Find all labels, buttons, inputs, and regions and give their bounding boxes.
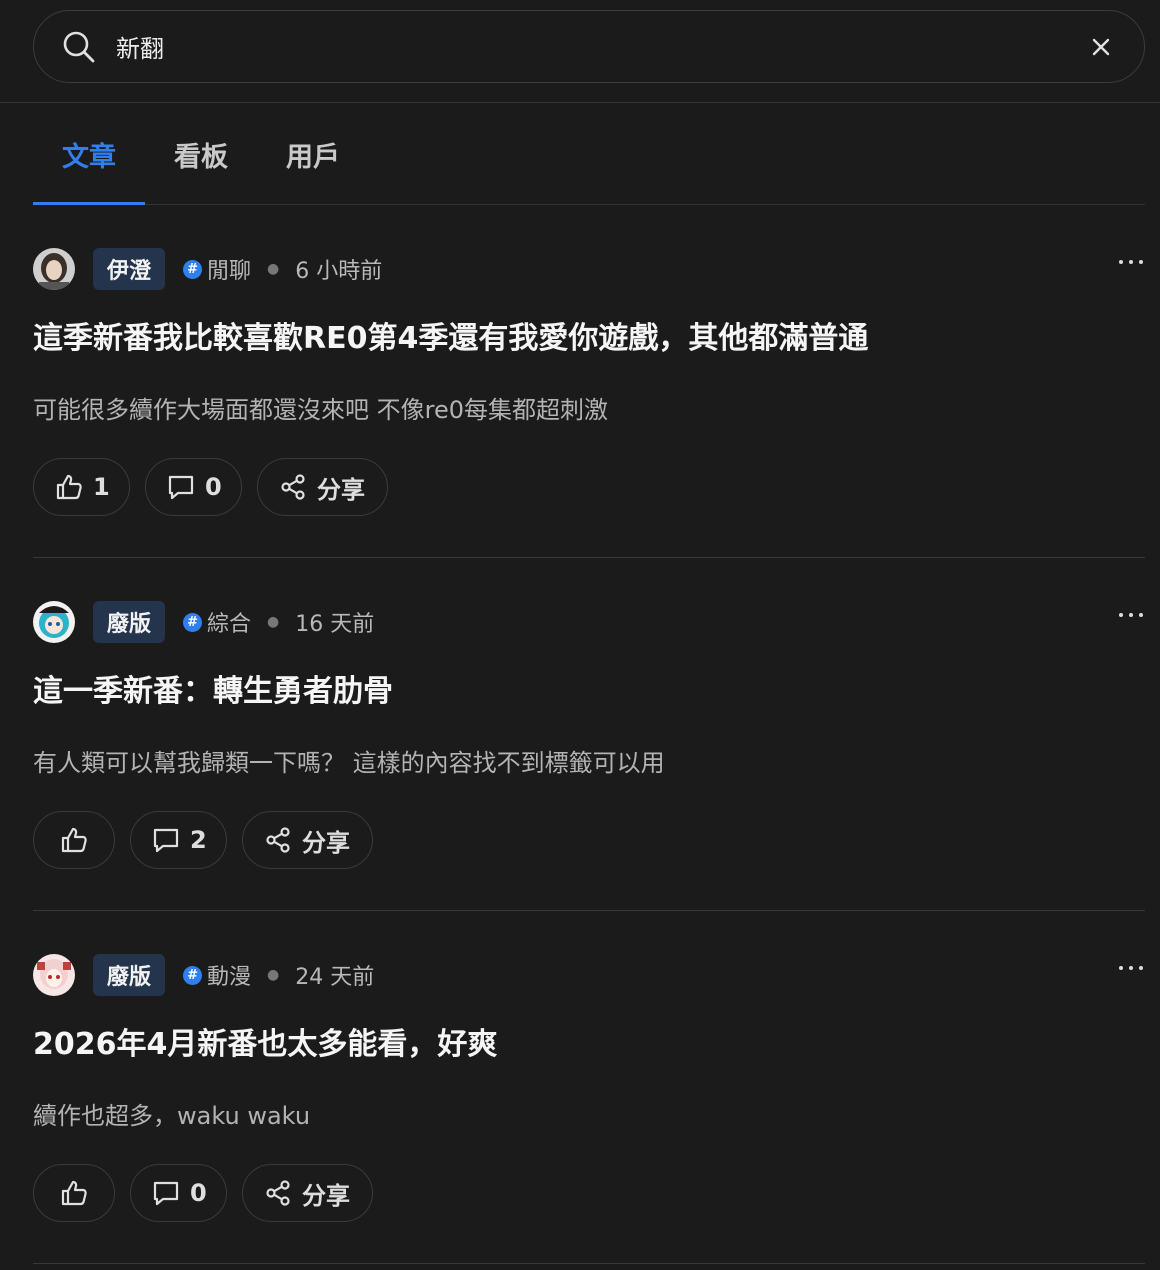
search-input[interactable] [116, 32, 1086, 61]
share-button[interactable]: 分享 [257, 458, 388, 516]
separator-dot: ● [267, 967, 280, 983]
post-card[interactable]: 伊澄 # 閒聊 ● 6 小時前 這季新番我比較喜歡RE0第4季還有我愛你遊戲，其… [33, 205, 1145, 558]
share-icon [266, 827, 290, 853]
thumbs-up-icon [56, 474, 82, 500]
comment-icon [168, 475, 194, 500]
share-button[interactable]: 分享 [242, 811, 373, 869]
tab-users[interactable]: 用戶 [257, 104, 369, 204]
separator-dot: ● [267, 261, 280, 277]
share-label: 分享 [317, 475, 365, 504]
post-meta: 廢版 # 動漫 ● 24 天前 [33, 954, 1145, 996]
avatar[interactable] [33, 954, 75, 996]
post-actions: 0 分享 [33, 1164, 373, 1222]
author-name[interactable]: 廢版 [93, 601, 166, 643]
post-card[interactable]: 廢版 # 動漫 ● 24 天前 2026年4月新番也太多能看，好爽 續作也超多，… [33, 911, 1145, 1264]
board-link[interactable]: # 動漫 [183, 959, 251, 991]
search-icon [60, 28, 98, 66]
search-header [0, 0, 1160, 103]
board-link[interactable]: # 閒聊 [183, 253, 251, 285]
post-meta: 伊澄 # 閒聊 ● 6 小時前 [33, 248, 1145, 290]
like-button[interactable] [33, 811, 115, 869]
thumbs-up-icon [61, 1180, 87, 1206]
post-excerpt[interactable]: 有人類可以幫我歸類一下嗎？ 這樣的內容找不到標籤可以用 [33, 743, 1145, 778]
post-actions: 1 0 分享 [33, 458, 388, 516]
comment-icon [153, 828, 179, 853]
post-title[interactable]: 2026年4月新番也太多能看，好爽 [33, 1019, 1145, 1063]
separator-dot: ● [267, 614, 280, 630]
share-icon [281, 474, 305, 500]
author-name[interactable]: 伊澄 [93, 248, 166, 290]
like-count: 1 [93, 473, 110, 501]
hashtag-icon: # [183, 612, 203, 632]
comment-count: 2 [190, 826, 207, 854]
comment-count: 0 [205, 473, 222, 501]
post-actions: 2 分享 [33, 811, 373, 869]
post-time: 6 小時前 [295, 259, 383, 284]
comment-button[interactable]: 0 [145, 458, 242, 516]
comment-button[interactable]: 2 [130, 811, 227, 869]
post-time: 16 天前 [295, 612, 375, 637]
share-button[interactable]: 分享 [242, 1164, 373, 1222]
thumbs-up-icon [61, 827, 87, 853]
search-bar[interactable] [33, 10, 1145, 83]
share-label: 分享 [302, 1181, 350, 1210]
share-label: 分享 [302, 828, 350, 857]
post-card[interactable]: 廢版 # 綜合 ● 16 天前 這一季新番：轉生勇者肋骨 有人類可以幫我歸類一下… [33, 558, 1145, 911]
post-time: 24 天前 [295, 965, 375, 990]
more-options-icon[interactable] [1119, 962, 1143, 974]
tab-boards[interactable]: 看板 [145, 104, 257, 204]
more-options-icon[interactable] [1119, 609, 1143, 621]
hashtag-icon: # [183, 965, 203, 985]
post-list: 伊澄 # 閒聊 ● 6 小時前 這季新番我比較喜歡RE0第4季還有我愛你遊戲，其… [33, 205, 1145, 1264]
post-excerpt[interactable]: 續作也超多，waku waku [33, 1096, 1145, 1131]
board-name: 動漫 [207, 965, 252, 990]
post-title[interactable]: 這一季新番：轉生勇者肋骨 [33, 666, 1145, 710]
search-tabs: 文章 看板 用戶 [33, 103, 1145, 205]
comment-button[interactable]: 0 [130, 1164, 227, 1222]
post-title[interactable]: 這季新番我比較喜歡RE0第4季還有我愛你遊戲，其他都滿普通 [33, 313, 1145, 357]
board-name: 閒聊 [207, 259, 252, 284]
comment-count: 0 [190, 1179, 207, 1207]
more-options-icon[interactable] [1119, 256, 1143, 268]
avatar[interactable] [33, 248, 75, 290]
post-meta: 廢版 # 綜合 ● 16 天前 [33, 601, 1145, 643]
post-excerpt[interactable]: 可能很多續作大場面都還沒來吧 不像re0每集都超刺激 [33, 390, 1145, 425]
author-name[interactable]: 廢版 [93, 954, 166, 996]
like-button[interactable]: 1 [33, 458, 130, 516]
board-name: 綜合 [207, 612, 252, 637]
like-button[interactable] [33, 1164, 115, 1222]
hashtag-icon: # [183, 259, 203, 279]
clear-search-icon[interactable] [1086, 32, 1116, 62]
share-icon [266, 1180, 290, 1206]
board-link[interactable]: # 綜合 [183, 606, 251, 638]
tab-articles[interactable]: 文章 [33, 104, 145, 205]
avatar[interactable] [33, 601, 75, 643]
comment-icon [153, 1181, 179, 1206]
